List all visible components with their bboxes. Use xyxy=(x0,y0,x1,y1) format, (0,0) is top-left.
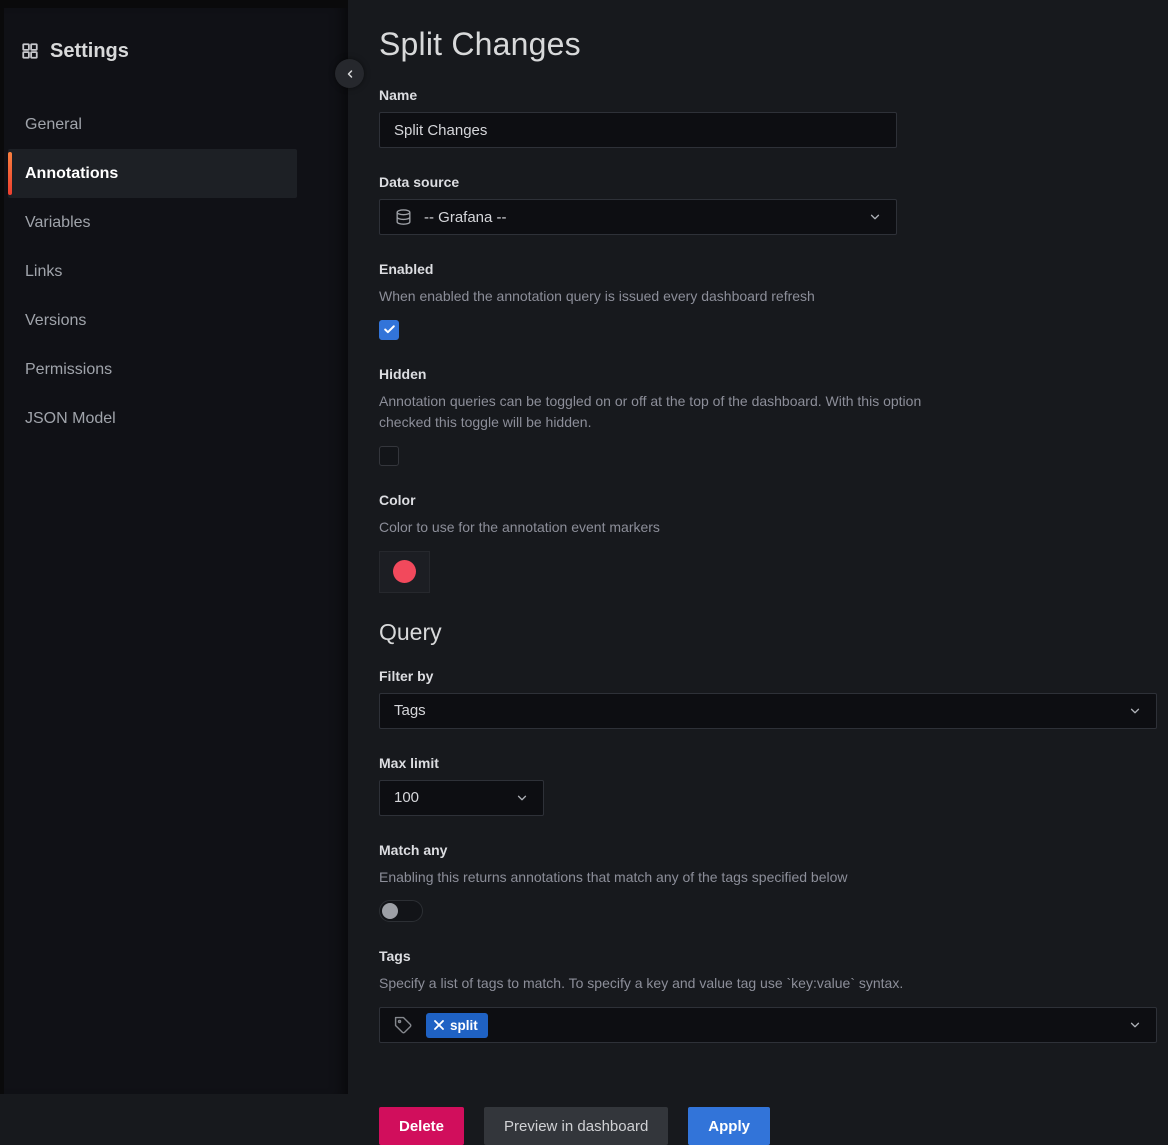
enabled-checkbox[interactable] xyxy=(379,320,399,340)
settings-nav: General Annotations Variables Links Vers… xyxy=(4,100,348,443)
settings-sidebar: Settings General Annotations Variables L… xyxy=(0,0,348,1094)
data-source-field-group: Data source -- Grafana -- xyxy=(379,174,1157,235)
apps-grid-icon xyxy=(21,42,39,60)
max-limit-field-group: Max limit 100 xyxy=(379,755,1157,816)
sidebar-item-json-model[interactable]: JSON Model xyxy=(8,394,297,443)
chevron-left-icon xyxy=(344,68,356,80)
max-limit-select[interactable]: 100 xyxy=(379,780,544,816)
active-indicator xyxy=(8,152,12,195)
sidebar-item-label: Versions xyxy=(21,312,86,330)
match-any-description: Enabling this returns annotations that m… xyxy=(379,867,1157,889)
sidebar-item-permissions[interactable]: Permissions xyxy=(8,345,297,394)
action-buttons: Delete Preview in dashboard Apply xyxy=(379,1107,1157,1145)
tags-label: Tags xyxy=(379,948,1157,964)
query-heading: Query xyxy=(379,619,1157,646)
sidebar-item-links[interactable]: Links xyxy=(8,247,297,296)
chevron-down-icon xyxy=(1128,704,1142,718)
filter-by-label: Filter by xyxy=(379,668,1157,684)
match-any-field-group: Match any Enabling this returns annotati… xyxy=(379,842,1157,923)
settings-header: Settings xyxy=(4,8,348,64)
chevron-down-icon xyxy=(515,791,529,805)
sidebar-item-label: General xyxy=(21,116,82,134)
sidebar-item-label: Variables xyxy=(21,214,91,232)
data-source-label: Data source xyxy=(379,174,1157,190)
preview-in-dashboard-button[interactable]: Preview in dashboard xyxy=(484,1107,668,1145)
apply-button[interactable]: Apply xyxy=(688,1107,770,1145)
sidebar-title: Settings xyxy=(50,40,129,63)
name-field-group: Name xyxy=(379,87,1157,148)
sidebar-item-general[interactable]: General xyxy=(8,100,297,149)
filter-by-select[interactable]: Tags xyxy=(379,693,1157,729)
color-dot xyxy=(393,560,416,583)
chevron-down-icon xyxy=(1128,1018,1142,1032)
filter-by-value: Tags xyxy=(394,702,1128,719)
collapse-sidebar-button[interactable] xyxy=(335,59,364,88)
enabled-label: Enabled xyxy=(379,261,1157,277)
match-any-toggle[interactable] xyxy=(379,900,423,922)
annotation-editor: Split Changes Name Data source -- Grafan… xyxy=(348,0,1168,1094)
match-any-label: Match any xyxy=(379,842,1157,858)
name-label: Name xyxy=(379,87,1157,103)
hidden-label: Hidden xyxy=(379,366,1157,382)
hidden-field-group: Hidden Annotation queries can be toggled… xyxy=(379,366,1157,466)
hidden-description: Annotation queries can be toggled on or … xyxy=(379,391,965,434)
color-description: Color to use for the annotation event ma… xyxy=(379,517,1157,539)
tag-chip-label: split xyxy=(450,1018,478,1033)
sidebar-item-label: JSON Model xyxy=(21,410,116,428)
tag-icon xyxy=(394,1016,413,1035)
check-icon xyxy=(383,323,396,336)
max-limit-label: Max limit xyxy=(379,755,1157,771)
sidebar-item-label: Permissions xyxy=(21,361,112,379)
tags-description: Specify a list of tags to match. To spec… xyxy=(379,973,1157,995)
enabled-description: When enabled the annotation query is iss… xyxy=(379,286,1157,308)
enabled-field-group: Enabled When enabled the annotation quer… xyxy=(379,261,1157,340)
color-picker[interactable] xyxy=(379,551,430,593)
page-title: Split Changes xyxy=(379,26,1157,63)
data-source-select[interactable]: -- Grafana -- xyxy=(379,199,897,235)
remove-tag-icon[interactable] xyxy=(434,1020,444,1030)
data-source-value: -- Grafana -- xyxy=(424,209,868,226)
sidebar-item-versions[interactable]: Versions xyxy=(8,296,297,345)
delete-button[interactable]: Delete xyxy=(379,1107,464,1145)
database-icon xyxy=(394,208,413,227)
tags-input[interactable]: split xyxy=(379,1007,1157,1043)
sidebar-item-label: Annotations xyxy=(21,165,118,183)
sidebar-item-label: Links xyxy=(21,263,62,281)
name-input[interactable] xyxy=(379,112,897,148)
toggle-knob xyxy=(382,903,398,919)
chevron-down-icon xyxy=(868,210,882,224)
filter-by-field-group: Filter by Tags xyxy=(379,668,1157,729)
sidebar-item-annotations[interactable]: Annotations xyxy=(8,149,297,198)
tag-chip-split[interactable]: split xyxy=(426,1013,488,1038)
max-limit-value: 100 xyxy=(394,789,515,806)
color-field-group: Color Color to use for the annotation ev… xyxy=(379,492,1157,593)
color-label: Color xyxy=(379,492,1157,508)
tags-field-group: Tags Specify a list of tags to match. To… xyxy=(379,948,1157,1043)
sidebar-item-variables[interactable]: Variables xyxy=(8,198,297,247)
hidden-checkbox[interactable] xyxy=(379,446,399,466)
